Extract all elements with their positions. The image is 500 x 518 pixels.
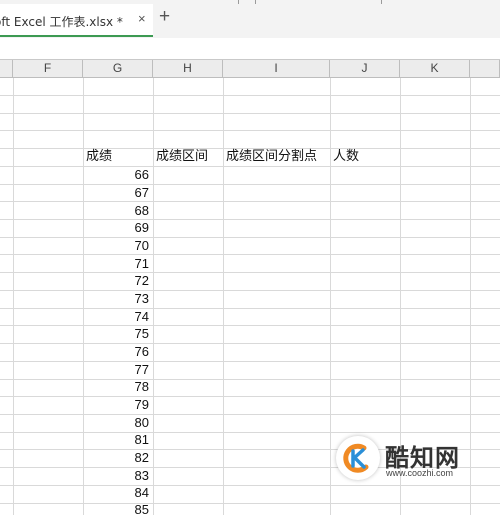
row-gridline	[0, 379, 500, 380]
header-score-range[interactable]: 成绩区间	[156, 148, 208, 165]
score-cell[interactable]: 71	[83, 255, 149, 272]
score-cell[interactable]: 70	[83, 237, 149, 254]
score-cell[interactable]: 78	[83, 378, 149, 395]
row-gridline	[0, 308, 500, 309]
row-gridline	[0, 95, 500, 96]
score-cell[interactable]: 81	[83, 431, 149, 448]
row-gridline	[0, 237, 500, 238]
row-gridline	[0, 396, 500, 397]
row-gridline	[0, 361, 500, 362]
window-edge-mark	[255, 0, 256, 4]
formula-bar[interactable]	[0, 38, 500, 60]
score-cell[interactable]: 66	[83, 166, 149, 183]
header-count[interactable]: 人数	[333, 148, 359, 165]
score-cell[interactable]: 75	[83, 325, 149, 342]
coozhi-logo-icon	[336, 436, 380, 480]
column-header-J[interactable]: J	[330, 60, 400, 78]
score-cell[interactable]: 79	[83, 396, 149, 413]
column-header-H[interactable]: H	[153, 60, 223, 78]
score-cell[interactable]: 68	[83, 202, 149, 219]
score-cell[interactable]: 84	[83, 484, 149, 501]
header-score[interactable]: 成绩	[86, 148, 112, 165]
tab-bar: oft Excel 工作表.xlsx * × +	[0, 0, 500, 38]
row-gridline	[0, 219, 500, 220]
document-tab[interactable]: oft Excel 工作表.xlsx * ×	[0, 4, 153, 37]
score-cell[interactable]: 69	[83, 219, 149, 236]
score-cell[interactable]: 77	[83, 361, 149, 378]
row-gridline	[0, 272, 500, 273]
score-cell[interactable]: 83	[83, 467, 149, 484]
column-header-E[interactable]	[0, 60, 13, 78]
score-cell[interactable]: 82	[83, 449, 149, 466]
score-cell[interactable]: 72	[83, 272, 149, 289]
score-cell[interactable]: 76	[83, 343, 149, 360]
row-gridline	[0, 166, 500, 167]
watermark-url: www.coozhi.com	[386, 468, 454, 478]
row-gridline	[0, 254, 500, 255]
close-tab-icon[interactable]: ×	[138, 11, 146, 26]
score-cell[interactable]: 80	[83, 414, 149, 431]
score-cell[interactable]: 85	[83, 501, 149, 518]
score-cell[interactable]: 74	[83, 308, 149, 325]
row-gridline	[0, 325, 500, 326]
column-header-K[interactable]: K	[400, 60, 470, 78]
column-header-I[interactable]: I	[223, 60, 330, 78]
column-header-F[interactable]: F	[13, 60, 83, 78]
window-edge-mark	[238, 0, 239, 4]
row-gridline	[0, 290, 500, 291]
row-gridline	[0, 184, 500, 185]
coozhi-watermark: 酷知网 www.coozhi.com	[326, 432, 492, 484]
row-gridline	[0, 130, 500, 131]
window-edge-mark	[381, 0, 382, 4]
row-gridline	[0, 343, 500, 344]
header-range-breakpoints[interactable]: 成绩区间分割点	[226, 148, 317, 165]
row-gridline	[0, 113, 500, 114]
row-gridline	[0, 201, 500, 202]
score-cell[interactable]: 73	[83, 290, 149, 307]
column-header-L[interactable]	[470, 60, 500, 78]
row-gridline	[0, 414, 500, 415]
row-gridline	[0, 503, 500, 504]
row-gridline	[0, 485, 500, 486]
new-tab-icon[interactable]: +	[159, 7, 170, 27]
document-tab-title: oft Excel 工作表.xlsx *	[0, 15, 123, 29]
column-header-G[interactable]: G	[83, 60, 153, 78]
score-cell[interactable]: 67	[83, 184, 149, 201]
